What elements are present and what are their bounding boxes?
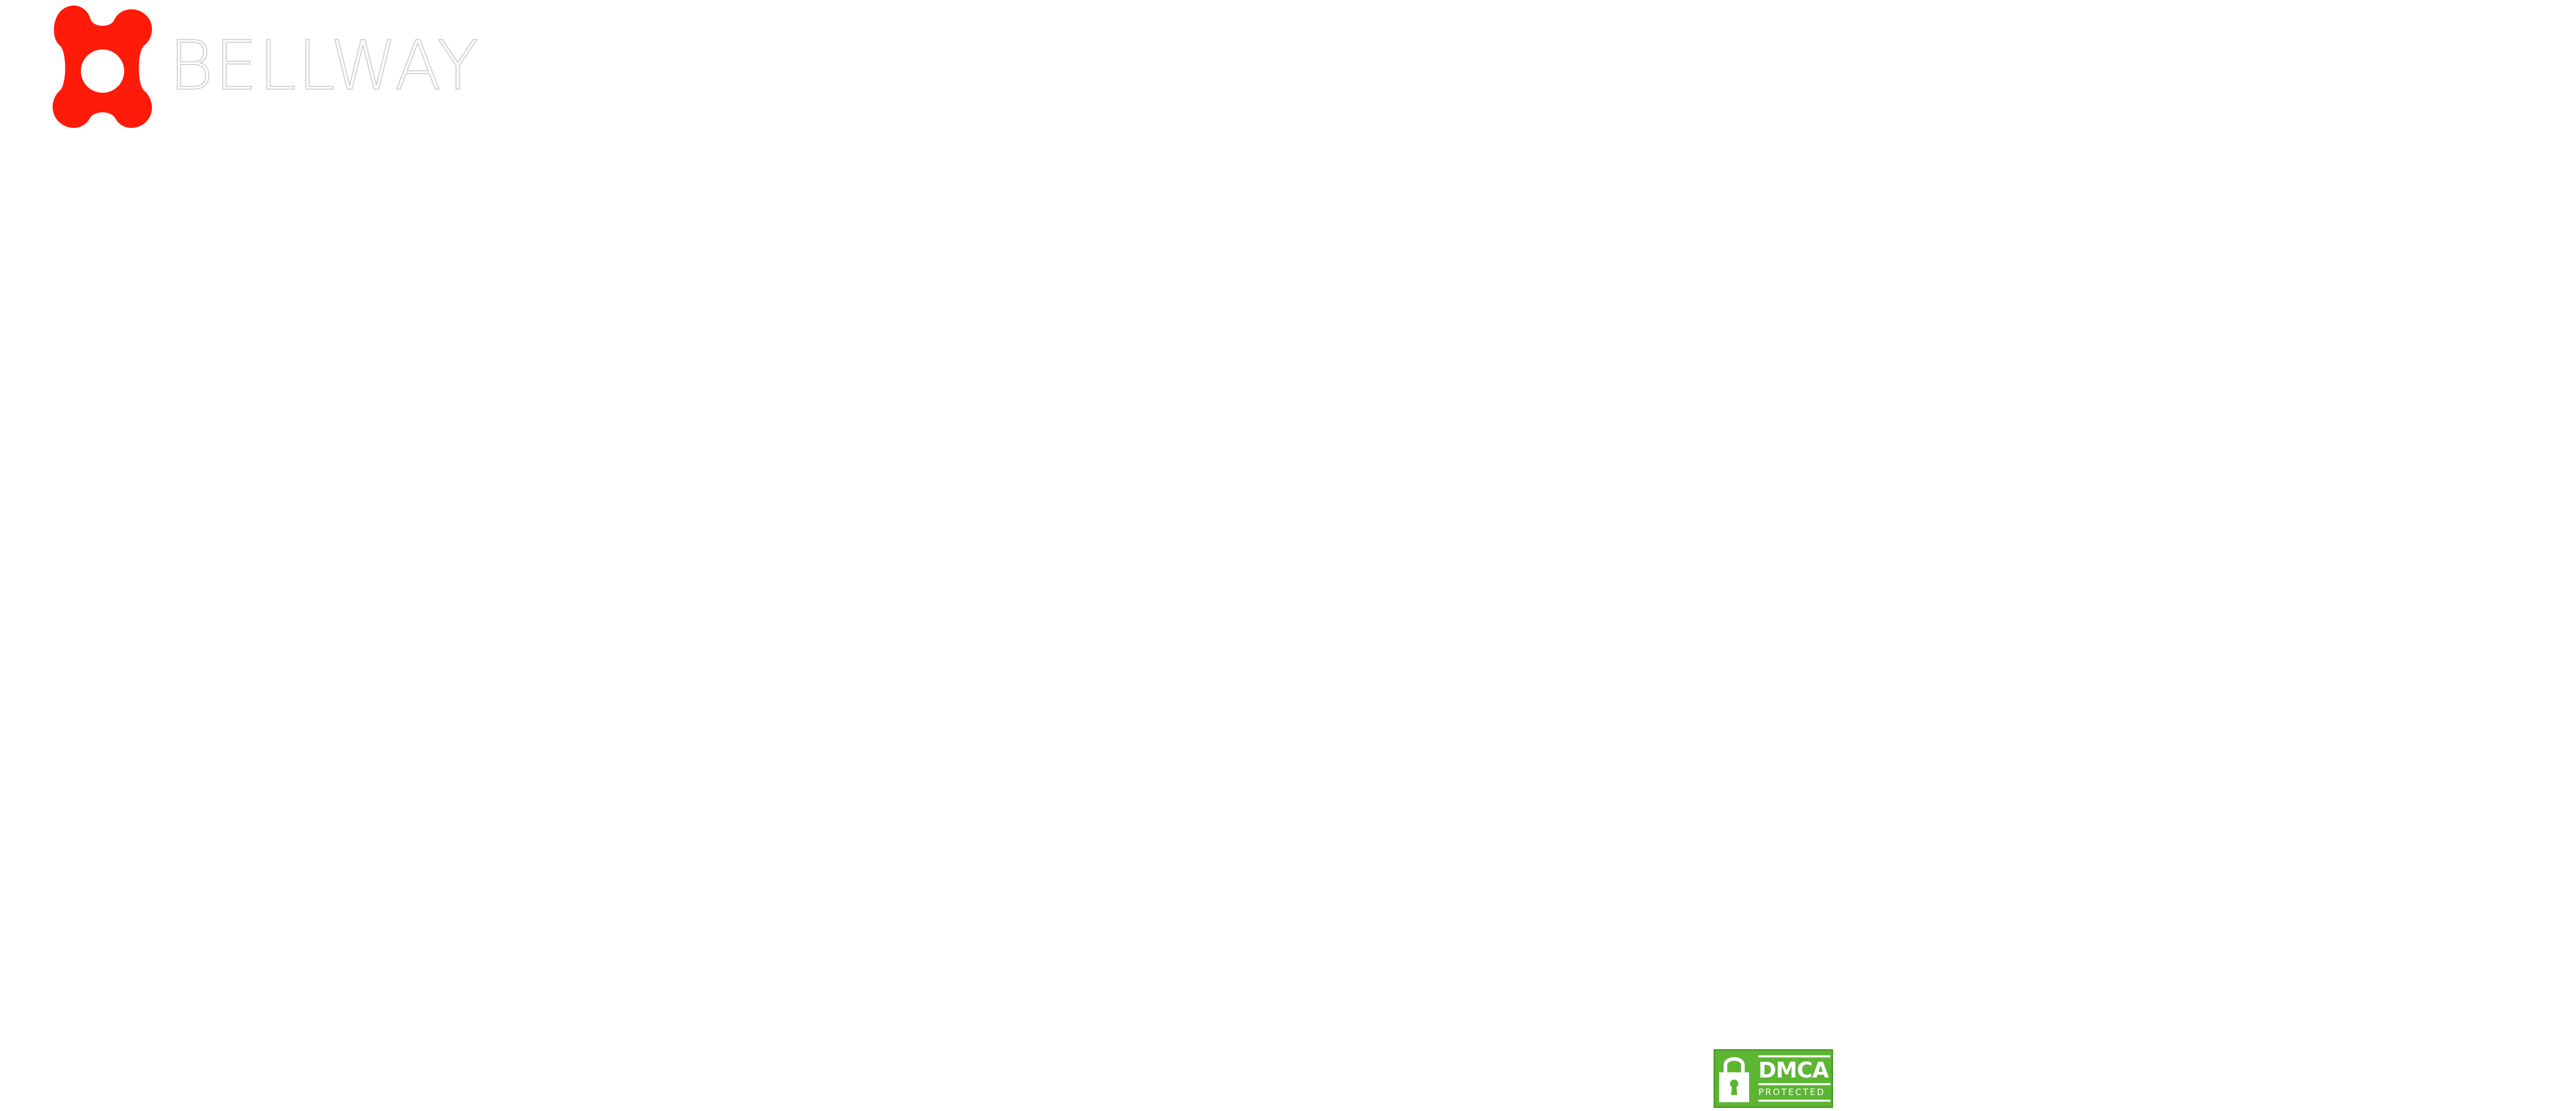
page: BELLWAY DMCA PROTECTED (0, 0, 2576, 1111)
dmca-lock-cell (1715, 1051, 1753, 1106)
dmca-middle-rule (1758, 1083, 1831, 1085)
padlock-icon (1719, 1057, 1749, 1102)
dmca-text-cell: DMCA PROTECTED (1753, 1051, 1832, 1106)
home-logo-link[interactable]: BELLWAY (46, 4, 480, 132)
dmca-bottom-rule (1758, 1100, 1831, 1102)
brand-wordmark: BELLWAY (168, 26, 480, 106)
dmca-title: DMCA (1758, 1057, 1829, 1083)
bellway-cross-logo-icon (53, 5, 152, 128)
dmca-protected-badge[interactable]: DMCA PROTECTED (1714, 1049, 1833, 1108)
dmca-subtitle: PROTECTED (1758, 1087, 1825, 1098)
